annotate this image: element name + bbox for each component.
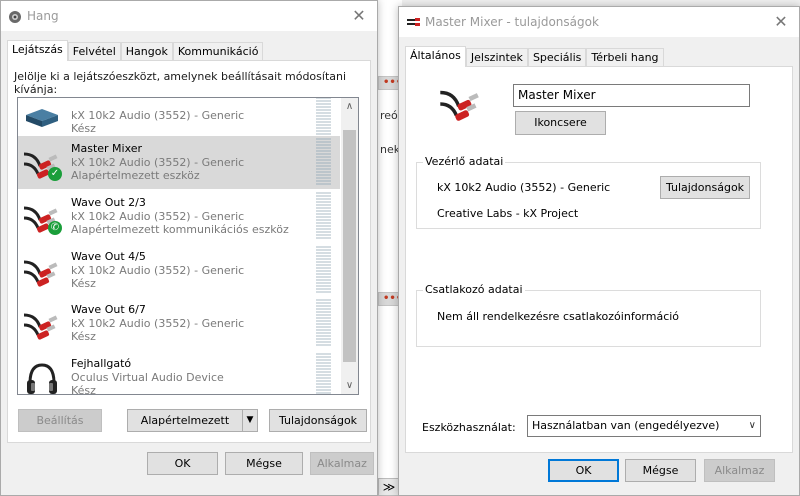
background-chevron-button[interactable]: ≫	[378, 478, 400, 496]
headphones-icon	[22, 359, 62, 394]
rca-cable-icon	[438, 81, 484, 127]
sound-dialog: Hang ✕ Lejátszás Felvétel Hangok Kommuni…	[0, 0, 378, 496]
list-item[interactable]: Wave Out 4/5 kX 10k2 Audio (3552) - Gene…	[18, 244, 340, 297]
jack-info-legend: Csatlakozó adatai	[423, 283, 525, 296]
change-icon-button[interactable]: Ikoncsere	[515, 111, 606, 135]
list-item[interactable]: Wave Out 6/7 kX 10k2 Audio (3552) - Gene…	[18, 297, 340, 350]
master-mixer-properties-dialog: Master Mixer - tulajdonságok ✕ Általános…	[398, 6, 800, 496]
tab-levels[interactable]: Jelszintek	[465, 48, 528, 67]
speaker-icon	[8, 10, 22, 27]
tab-sounds[interactable]: Hangok	[120, 42, 173, 61]
controller-info-group: Vezérlő adatai kX 10k2 Audio (3552) - Ge…	[416, 155, 761, 229]
device-description: kX 10k2 Audio (3552) - Generic	[71, 317, 245, 330]
sound-dialog-titlebar: Hang ✕	[1, 1, 377, 31]
tab-advanced[interactable]: Speciális	[527, 48, 587, 67]
set-default-button[interactable]: Alapértelmezett	[127, 409, 243, 432]
ok-button[interactable]: OK	[548, 459, 619, 482]
background-text-fragment: reó	[380, 109, 398, 122]
device-usage-value: Használatban van (engedélyezve)	[532, 419, 720, 432]
device-description: kX 10k2 Audio (3552) - Generic	[71, 264, 245, 277]
device-name: Wave Out 4/5	[71, 250, 146, 263]
sound-dialog-title: Hang	[27, 9, 59, 23]
device-name: Fejhallgató	[71, 357, 132, 370]
scroll-down-icon[interactable]: ∨	[341, 377, 358, 394]
mixer-dialog-tabs: Általános Jelszintek Speciális Térbeli h…	[405, 46, 664, 67]
mixer-dialog-title: Master Mixer - tulajdonságok	[425, 15, 599, 29]
jack-info-group: Csatlakozó adatai Nem áll rendelkezésre …	[416, 283, 761, 347]
volume-level-meter	[316, 98, 331, 140]
tab-playback[interactable]: Lejátszás	[7, 40, 68, 61]
device-status: Kész	[71, 330, 96, 343]
background-toolbar-mark: •••	[378, 292, 402, 306]
chevron-down-icon: ∨	[748, 420, 756, 431]
controller-name: kX 10k2 Audio (3552) - Generic	[437, 181, 611, 194]
device-name: Master Mixer	[71, 142, 143, 155]
device-description: kX 10k2 Audio (3552) - Generic	[71, 210, 245, 223]
device-description: kX 10k2 Audio (3552) - Generic	[71, 156, 245, 169]
rca-cable-icon	[22, 305, 62, 345]
volume-level-meter	[316, 299, 331, 348]
device-status: Kész	[71, 277, 96, 290]
default-check-icon: ✓	[48, 167, 62, 181]
list-item[interactable]: ✆ Wave Out 2/3 kX 10k2 Audio (3552) - Ge…	[18, 190, 340, 243]
sound-dialog-tabs: Lejátszás Felvétel Hangok Kommunikáció	[7, 40, 264, 61]
playback-device-list: kX 10k2 Audio (3552) - Generic Kész ✓ Ma…	[17, 97, 359, 395]
instruction-text: Jelölje ki a lejátszóeszközt, amelynek b…	[14, 70, 347, 96]
volume-level-meter	[316, 138, 331, 187]
tab-communications[interactable]: Kommunikáció	[172, 42, 264, 61]
tab-recording[interactable]: Felvétel	[67, 42, 121, 61]
device-status: Alapértelmezett eszköz	[71, 169, 200, 182]
sound-card-icon	[22, 98, 62, 137]
jack-info-text: Nem áll rendelkezésre csatlakozóinformác…	[437, 310, 680, 323]
device-description: Oculus Virtual Audio Device	[71, 371, 224, 384]
device-name: Wave Out 2/3	[71, 196, 146, 209]
device-usage-select[interactable]: Használatban van (engedélyezve) ∨	[527, 415, 761, 437]
ok-button[interactable]: OK	[147, 452, 218, 475]
apply-button[interactable]: Alkalmaz	[704, 459, 775, 482]
volume-level-meter	[316, 246, 331, 295]
device-status: Kész	[71, 384, 96, 395]
device-status: Kész	[71, 122, 96, 135]
apply-button[interactable]: Alkalmaz	[310, 452, 374, 475]
tab-spatial-sound[interactable]: Térbeli hang	[586, 48, 664, 67]
list-item[interactable]: Fejhallgató Oculus Virtual Audio Device …	[18, 351, 340, 395]
properties-button[interactable]: Tulajdonságok	[269, 409, 367, 432]
device-status: Alapértelmezett kommunikációs eszköz	[71, 223, 289, 236]
background-toolbar-mark: •••	[378, 76, 402, 90]
scrollbar-thumb[interactable]	[343, 130, 356, 362]
controller-info-legend: Vezérlő adatai	[423, 155, 506, 168]
rca-cable-icon	[406, 16, 422, 31]
scroll-up-icon[interactable]: ∧	[341, 98, 358, 115]
device-name: Wave Out 6/7	[71, 303, 146, 316]
volume-level-meter	[316, 353, 331, 394]
configure-button[interactable]: Beállítás	[18, 409, 102, 432]
cancel-button[interactable]: Mégse	[625, 459, 696, 482]
close-icon[interactable]: ✕	[771, 12, 791, 32]
phone-icon: ✆	[48, 221, 62, 235]
cancel-button[interactable]: Mégse	[225, 452, 303, 475]
chevron-down-icon[interactable]: ▼	[242, 409, 258, 432]
controller-properties-button[interactable]: Tulajdonságok	[660, 176, 750, 199]
general-panel: Master Mixer Ikoncsere Vezérlő adatai kX…	[405, 66, 793, 453]
tab-general[interactable]: Általános	[405, 46, 466, 67]
volume-level-meter	[316, 192, 331, 241]
close-icon[interactable]: ✕	[349, 6, 369, 26]
list-item[interactable]: ✓ Master Mixer kX 10k2 Audio (3552) - Ge…	[18, 136, 340, 189]
controller-vendor: Creative Labs - kX Project	[437, 207, 579, 220]
device-name-input[interactable]: Master Mixer	[513, 84, 750, 107]
device-description: kX 10k2 Audio (3552) - Generic	[71, 109, 245, 122]
mixer-dialog-titlebar: Master Mixer - tulajdonságok ✕	[399, 7, 799, 37]
device-usage-label: Eszközhasználat:	[422, 421, 516, 434]
device-list-scrollbar[interactable]: ∧ ∨	[341, 98, 358, 394]
rca-cable-icon	[22, 252, 62, 292]
